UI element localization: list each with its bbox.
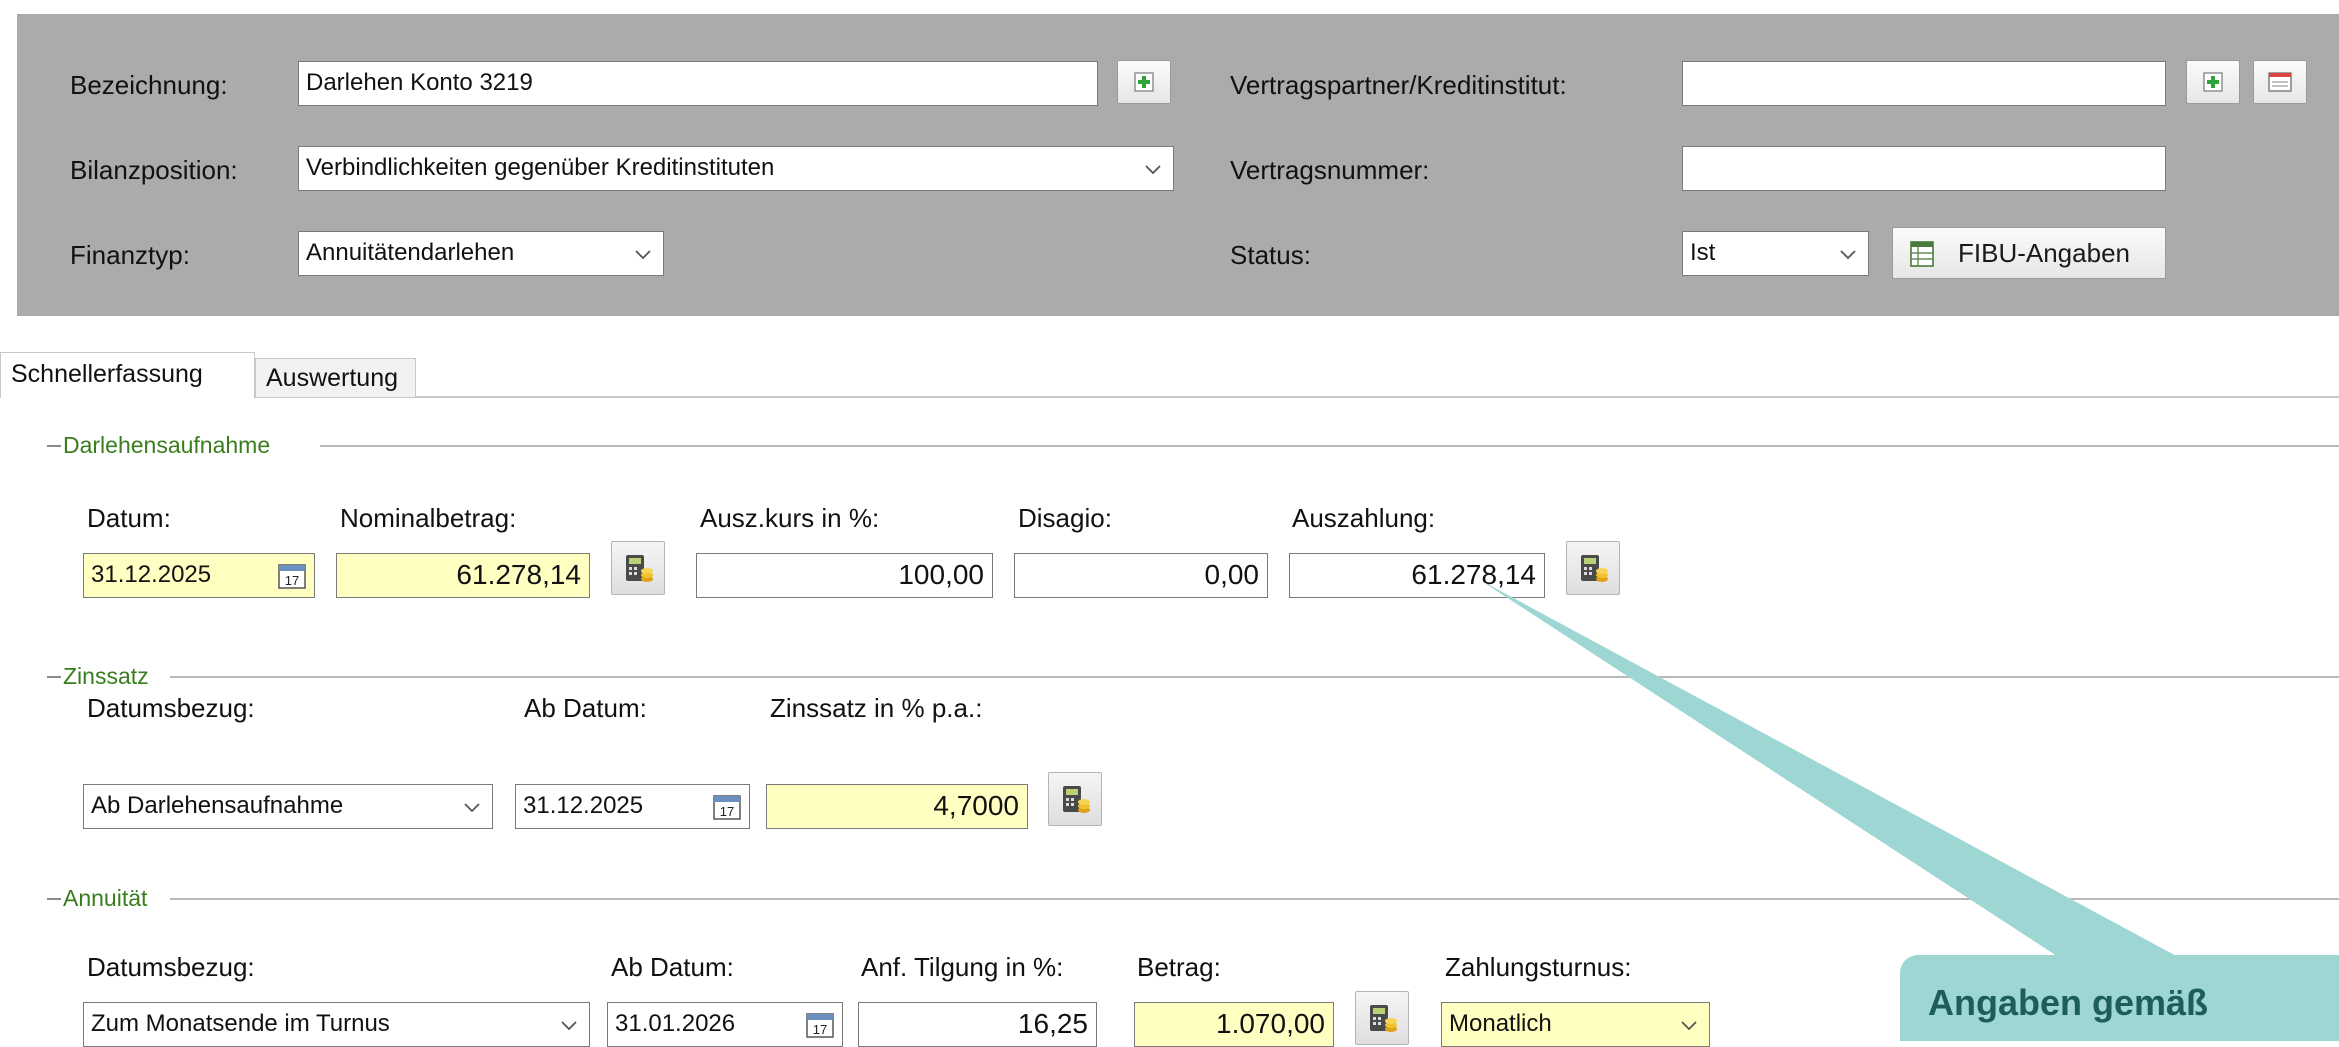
callout-pointer <box>1480 580 2180 958</box>
callout-box: Angaben gemäß <box>1900 955 2339 1041</box>
callout-text: Angaben gemäß <box>1928 982 2209 1023</box>
